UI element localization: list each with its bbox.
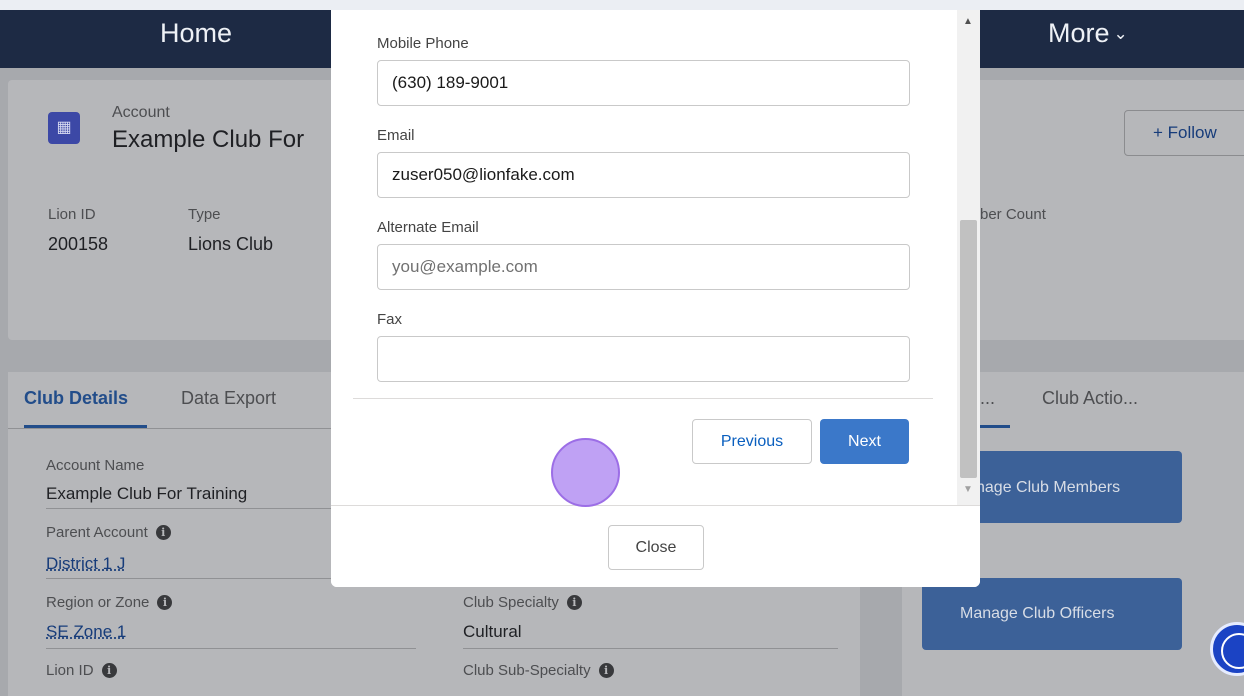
nav-more-menu[interactable]: More ⌄ xyxy=(1048,18,1128,49)
account-icon: ▦ xyxy=(48,112,80,144)
info-icon[interactable]: i xyxy=(598,663,614,678)
club-sub-specialty-label-text: Club Sub-Specialty xyxy=(463,662,591,679)
next-button[interactable]: Next xyxy=(820,419,909,464)
lion-id-field-label-text: Lion ID xyxy=(46,662,94,679)
manage-club-officers-button[interactable]: Manage Club Officers xyxy=(922,578,1182,650)
modal-divider xyxy=(353,398,933,399)
club-specialty-label-text: Club Specialty xyxy=(463,594,559,611)
highlight-member-count-label: ber Count xyxy=(980,206,1046,223)
club-sub-specialty-label: Club Sub-Specialty i xyxy=(463,662,614,679)
region-zone-label-text: Region or Zone xyxy=(46,594,150,611)
field-divider xyxy=(463,648,838,649)
alternate-email-input[interactable] xyxy=(377,244,910,290)
modal-footer: Close xyxy=(331,505,980,587)
account-name-value: Example Club For Training xyxy=(46,484,248,503)
lion-id-field-label: Lion ID i xyxy=(46,662,117,679)
close-button[interactable]: Close xyxy=(608,525,704,570)
region-zone-label: Region or Zone i xyxy=(46,594,173,611)
modal-scrollbar[interactable]: ▲ ▼ xyxy=(957,10,980,505)
highlight-lion-id-label: Lion ID xyxy=(48,206,96,223)
club-specialty-label: Club Specialty i xyxy=(463,594,582,611)
tab-club-details[interactable]: Club Details xyxy=(24,388,128,409)
account-name-label: Account Name xyxy=(46,457,145,474)
email-label: Email xyxy=(377,127,415,144)
highlight-type-value: Lions Club xyxy=(188,234,274,254)
tab-data-export[interactable]: Data Export xyxy=(181,388,276,409)
parent-account-link[interactable]: District 1 J xyxy=(46,554,125,574)
field-divider xyxy=(46,648,416,649)
info-icon[interactable]: i xyxy=(101,663,117,678)
parent-account-label: Parent Account i xyxy=(46,524,171,541)
nav-home[interactable]: Home xyxy=(160,18,232,49)
chevron-down-icon: ⌄ xyxy=(1113,24,1128,43)
highlight-type-label: Type xyxy=(188,206,221,223)
mobile-phone-label: Mobile Phone xyxy=(377,35,469,52)
fax-label: Fax xyxy=(377,311,403,328)
fax-input[interactable] xyxy=(377,336,910,382)
scroll-down-arrow-icon[interactable]: ▼ xyxy=(963,484,973,495)
region-zone-link[interactable]: SE Zone 1 xyxy=(46,622,126,642)
tab-overflow[interactable]: ... xyxy=(980,388,995,409)
parent-account-label-text: Parent Account xyxy=(46,524,148,541)
previous-button[interactable]: Previous xyxy=(692,419,812,464)
contact-info-modal: Mobile Phone Email Alternate Email Fax P… xyxy=(331,10,980,587)
alternate-email-label: Alternate Email xyxy=(377,219,479,236)
info-icon[interactable]: i xyxy=(566,595,582,610)
record-title: Example Club For xyxy=(112,126,305,153)
field-divider xyxy=(46,508,336,509)
nav-more-label: More xyxy=(1048,18,1110,48)
field-divider xyxy=(46,578,336,579)
info-icon[interactable]: i xyxy=(155,525,171,540)
email-input[interactable] xyxy=(377,152,910,198)
click-indicator xyxy=(551,438,620,507)
tab-club-actions[interactable]: Club Actio... xyxy=(1042,388,1138,409)
manage-club-members-button[interactable]: nage Club Members xyxy=(960,451,1182,523)
follow-button[interactable]: + Follow xyxy=(1124,110,1244,156)
scroll-up-arrow-icon[interactable]: ▲ xyxy=(963,16,973,27)
mobile-phone-input[interactable] xyxy=(377,60,910,106)
record-type-label: Account xyxy=(112,104,170,121)
highlight-lion-id-value: 200158 xyxy=(48,234,109,254)
club-specialty-value: Cultural xyxy=(463,622,522,641)
info-icon[interactable]: i xyxy=(157,595,173,610)
scrollbar-thumb[interactable] xyxy=(960,220,977,478)
